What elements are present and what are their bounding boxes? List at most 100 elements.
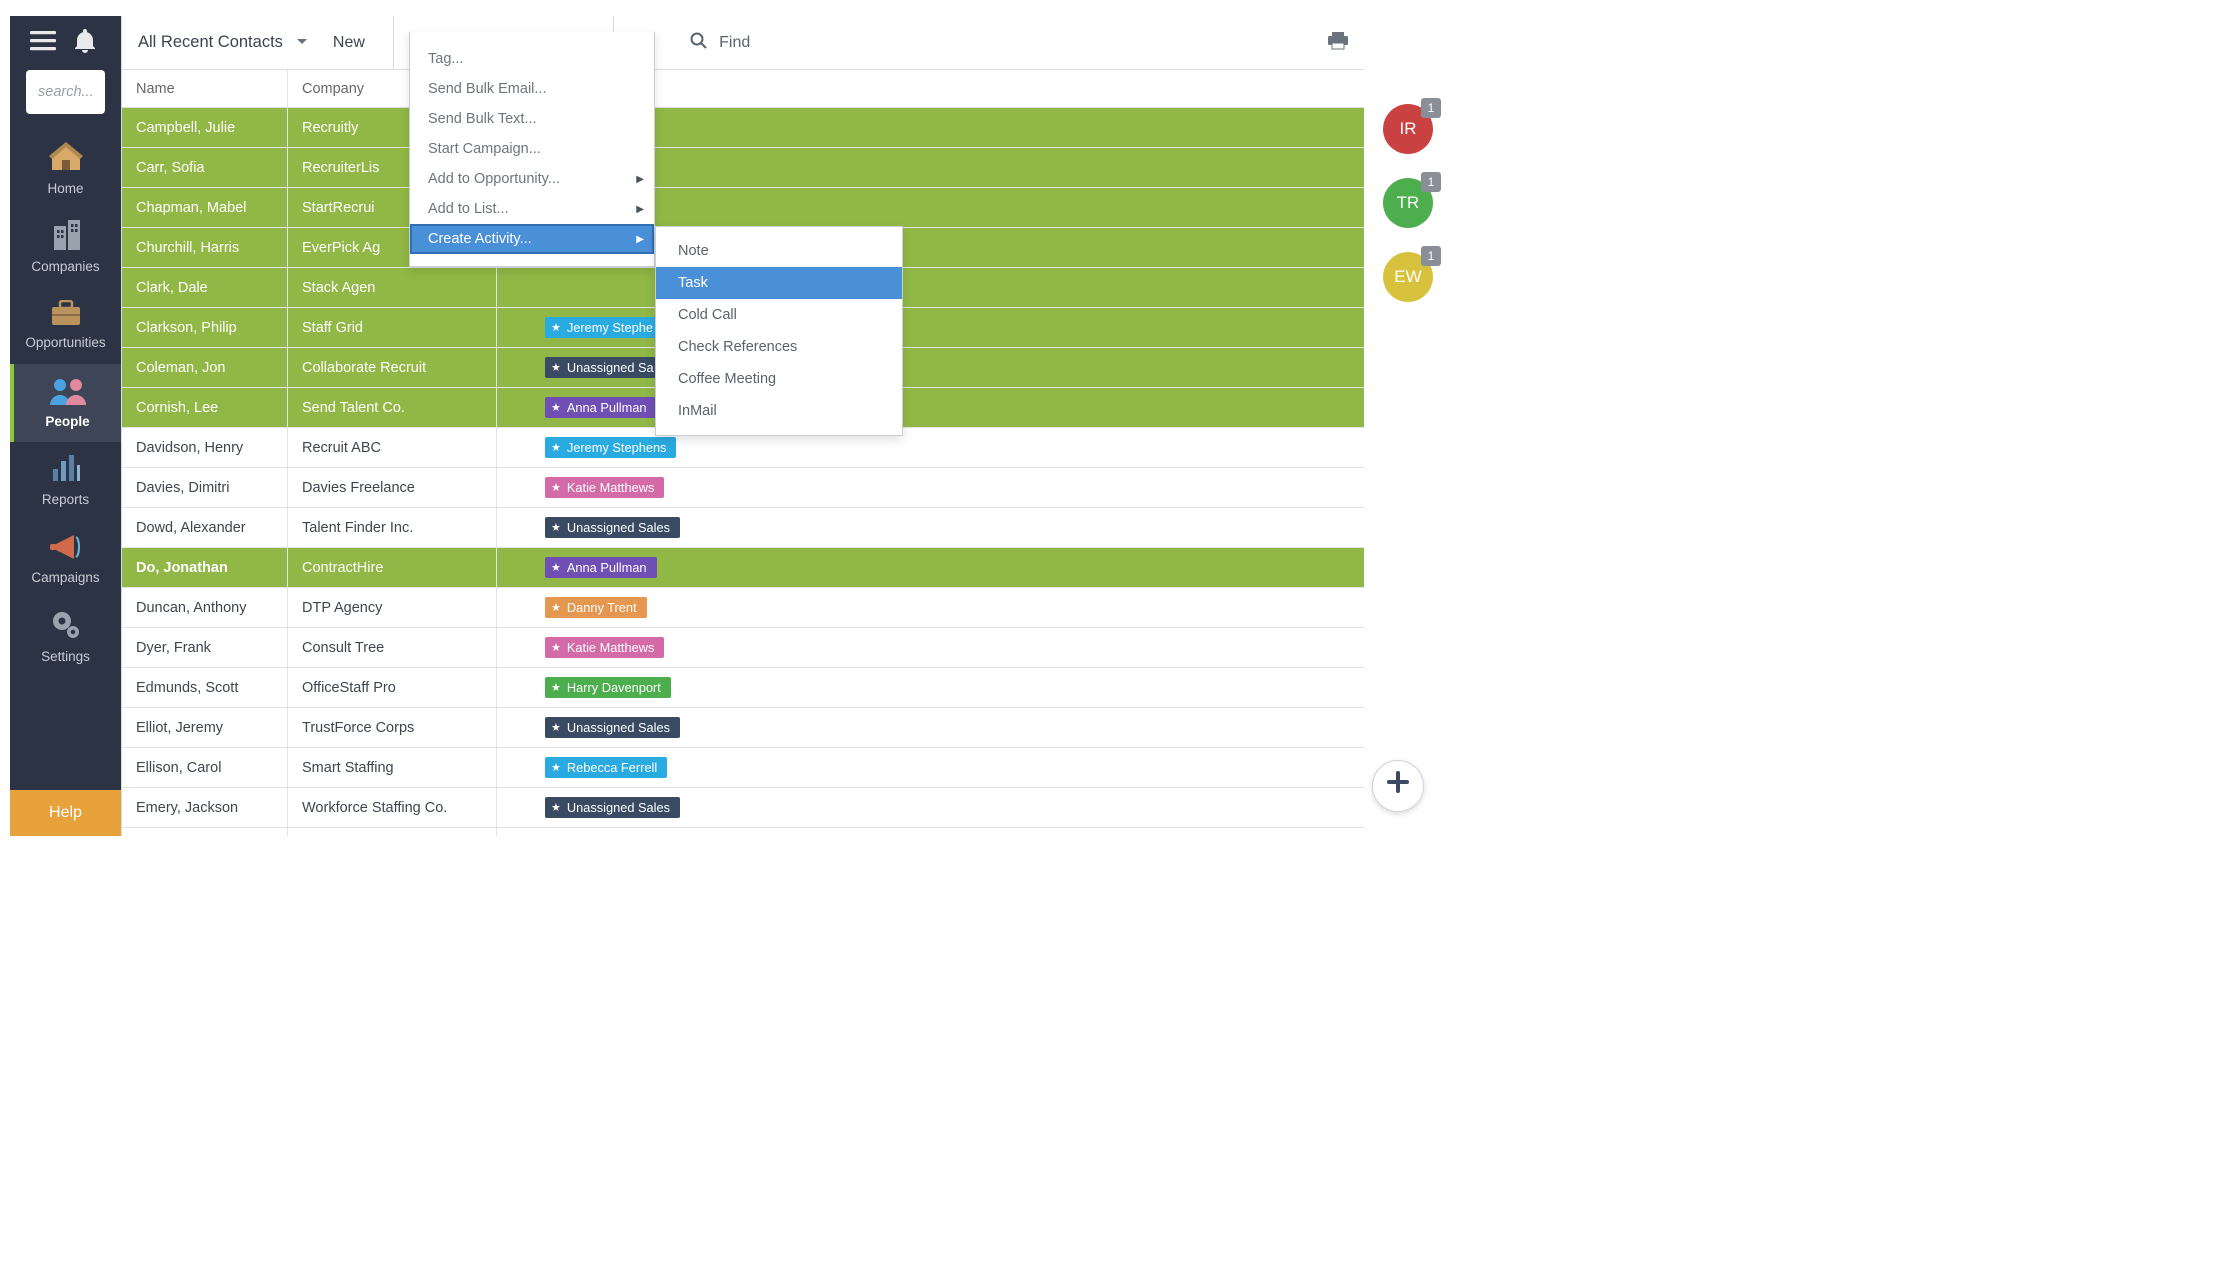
cell-owner: ★Katie Matthews [511, 637, 664, 658]
owner-pill[interactable]: ★Jeremy Stephe [545, 317, 663, 338]
menu-item[interactable]: Start Campaign... [410, 134, 654, 164]
table-row[interactable]: Dyer, FrankConsult Tree★Katie Matthews [122, 628, 1364, 668]
nav-help[interactable]: Help [10, 790, 121, 836]
submenu-item[interactable]: InMail [656, 395, 902, 427]
owner-name: Katie Matthews [567, 640, 655, 655]
star-icon: ★ [551, 361, 561, 374]
owner-pill[interactable]: ★Jeremy Stephens [545, 437, 676, 458]
menu-item[interactable]: Add to List...▶ [410, 194, 654, 224]
people-icon [48, 377, 88, 408]
star-icon: ★ [551, 721, 561, 734]
table-row[interactable]: Ellison, CarolSmart Staffing★Rebecca Fer… [122, 748, 1364, 788]
plus-icon [1385, 769, 1411, 803]
owner-pill[interactable]: ★ Anna Pullman [545, 557, 657, 578]
presence-avatar[interactable]: TR1 [1383, 178, 1433, 228]
menu-item-label: Create Activity... [428, 231, 532, 247]
menu-icon[interactable] [30, 31, 56, 55]
table-row[interactable]: Elliot, JeremyTrustForce Corps★Unassigne… [122, 708, 1364, 748]
view-title[interactable]: All Recent Contacts [138, 33, 297, 52]
new-button[interactable]: New [333, 34, 365, 52]
menu-item[interactable]: Add to Opportunity...▶ [410, 164, 654, 194]
submenu-item[interactable]: Cold Call [656, 299, 902, 331]
avatar-badge: 1 [1421, 246, 1441, 266]
nav-label: Help [49, 804, 82, 822]
presence-avatar[interactable]: EW1 [1383, 252, 1433, 302]
nav-settings[interactable]: Settings [10, 598, 121, 676]
menu-item[interactable]: Create Activity... ▶ [410, 224, 654, 254]
cell-name: Dyer, Frank [136, 640, 302, 656]
submenu-item[interactable]: Note [656, 235, 902, 267]
table-row[interactable]: Edmunds, ScottOfficeStaff Pro★Harry Dave… [122, 668, 1364, 708]
star-icon: ★ [551, 401, 561, 414]
presence-avatar[interactable]: IR1 [1383, 104, 1433, 154]
owner-pill[interactable]: ★Rebecca Ferrell [545, 757, 667, 778]
table-row[interactable]: Dowd, AlexanderTalent Finder Inc.★Unassi… [122, 508, 1364, 548]
nav-companies[interactable]: Companies [10, 208, 121, 286]
star-icon: ★ [551, 561, 561, 574]
table-row[interactable]: Duncan, AnthonyDTP Agency★Danny Trent [122, 588, 1364, 628]
cell-name: Emery, Jackson [136, 800, 302, 816]
bell-icon[interactable] [74, 29, 96, 57]
nav-people[interactable]: People [10, 364, 121, 442]
owner-pill[interactable]: ★Unassigned Sales [545, 717, 680, 738]
cell-owner: ★Unassigned Sales [511, 717, 680, 738]
cell-name: Davies, Dimitri [136, 480, 302, 496]
nav-reports[interactable]: Reports [10, 442, 121, 520]
briefcase-icon [50, 300, 82, 329]
nav-campaigns[interactable]: Campaigns [10, 520, 121, 598]
nav-opportunities[interactable]: Opportunities [10, 286, 121, 364]
cell-name: Elliot, Jeremy [136, 720, 302, 736]
global-search-input[interactable] [26, 70, 105, 114]
chevron-right-icon: ▶ [636, 234, 644, 245]
owner-pill[interactable]: ★Anna Pullman [545, 397, 657, 418]
add-fab[interactable] [1372, 760, 1424, 812]
table-row[interactable]: Chapman, MabelStartRecrui★l [122, 188, 1364, 228]
cell-company: Workforce Staffing Co. [302, 800, 511, 816]
owner-pill[interactable]: ★Harry Davenport [545, 677, 671, 698]
chevron-down-icon[interactable] [297, 35, 307, 51]
table-row[interactable]: Emery, JacksonWorkforce Staffing Co. ★Una… [122, 788, 1364, 828]
owner-pill[interactable]: ★Unassigned Sa [545, 357, 664, 378]
cell-name: Coleman, Jon [136, 360, 302, 376]
find-button[interactable]: Find [690, 32, 750, 54]
find-label: Find [719, 34, 750, 52]
table-row[interactable]: Do, JonathanContractHire★Anna Pullman [122, 548, 1364, 588]
nav-label: Campaigns [31, 570, 99, 585]
submenu-item[interactable]: Check References [656, 331, 902, 363]
owner-name: Anna Pullman [567, 560, 647, 575]
table-row[interactable]: Campbell, JulieRecruitly★ [122, 108, 1364, 148]
selected-contacts-menu: Tag... Send Bulk Email... Send Bulk Text..… [409, 32, 655, 267]
owner-pill[interactable]: ★Danny Trent [545, 597, 647, 618]
cell-owner: ★Harry Davenport [511, 677, 671, 698]
star-icon: ★ [551, 601, 561, 614]
nav-home[interactable]: Home [10, 130, 121, 208]
cell-name: Clarkson, Philip [136, 320, 302, 336]
star-icon: ★ [551, 481, 561, 494]
menu-item[interactable]: Send Bulk Text... [410, 104, 654, 134]
owner-pill[interactable]: ★Katie Matthews [545, 477, 664, 498]
menu-item[interactable]: Tag... [410, 44, 654, 74]
col-header-name[interactable]: Name [136, 81, 302, 97]
print-icon[interactable] [1328, 32, 1348, 54]
menu-item[interactable]: Send Bulk Email... [410, 74, 654, 104]
menu-item-label: Send Bulk Email... [428, 81, 546, 97]
owner-pill[interactable]: ★Unassigned Sales [545, 517, 680, 538]
cell-name: Duncan, Anthony [136, 600, 302, 616]
table-row[interactable]: Davies, DimitriDavies Freelance★Katie Ma… [122, 468, 1364, 508]
nav-label: Reports [42, 492, 89, 507]
submenu-item-label: Coffee Meeting [678, 371, 776, 387]
toolbar: All Recent Contacts New 9 Selected Conta… [122, 16, 1364, 70]
submenu-item[interactable]: Coffee Meeting [656, 363, 902, 395]
owner-pill[interactable]: ★Unassigned Sales [545, 797, 680, 818]
submenu-item-label: Task [678, 275, 708, 291]
presence-rail: IR1 TR1 EW1 [1364, 16, 1452, 836]
chevron-right-icon: ▶ [636, 204, 644, 215]
table-row[interactable]: Carr, SofiaRecruiterLis★les [122, 148, 1364, 188]
owner-name: Harry Davenport [567, 680, 661, 695]
nav-label: Home [47, 181, 83, 196]
grid-rows: Campbell, JulieRecruitly★Carr, SofiaRecr… [122, 108, 1364, 836]
submenu-item[interactable]: Task [656, 267, 902, 299]
cell-company: Stack Agen [302, 280, 511, 296]
owner-pill[interactable]: ★Katie Matthews [545, 637, 664, 658]
star-icon: ★ [551, 321, 561, 334]
